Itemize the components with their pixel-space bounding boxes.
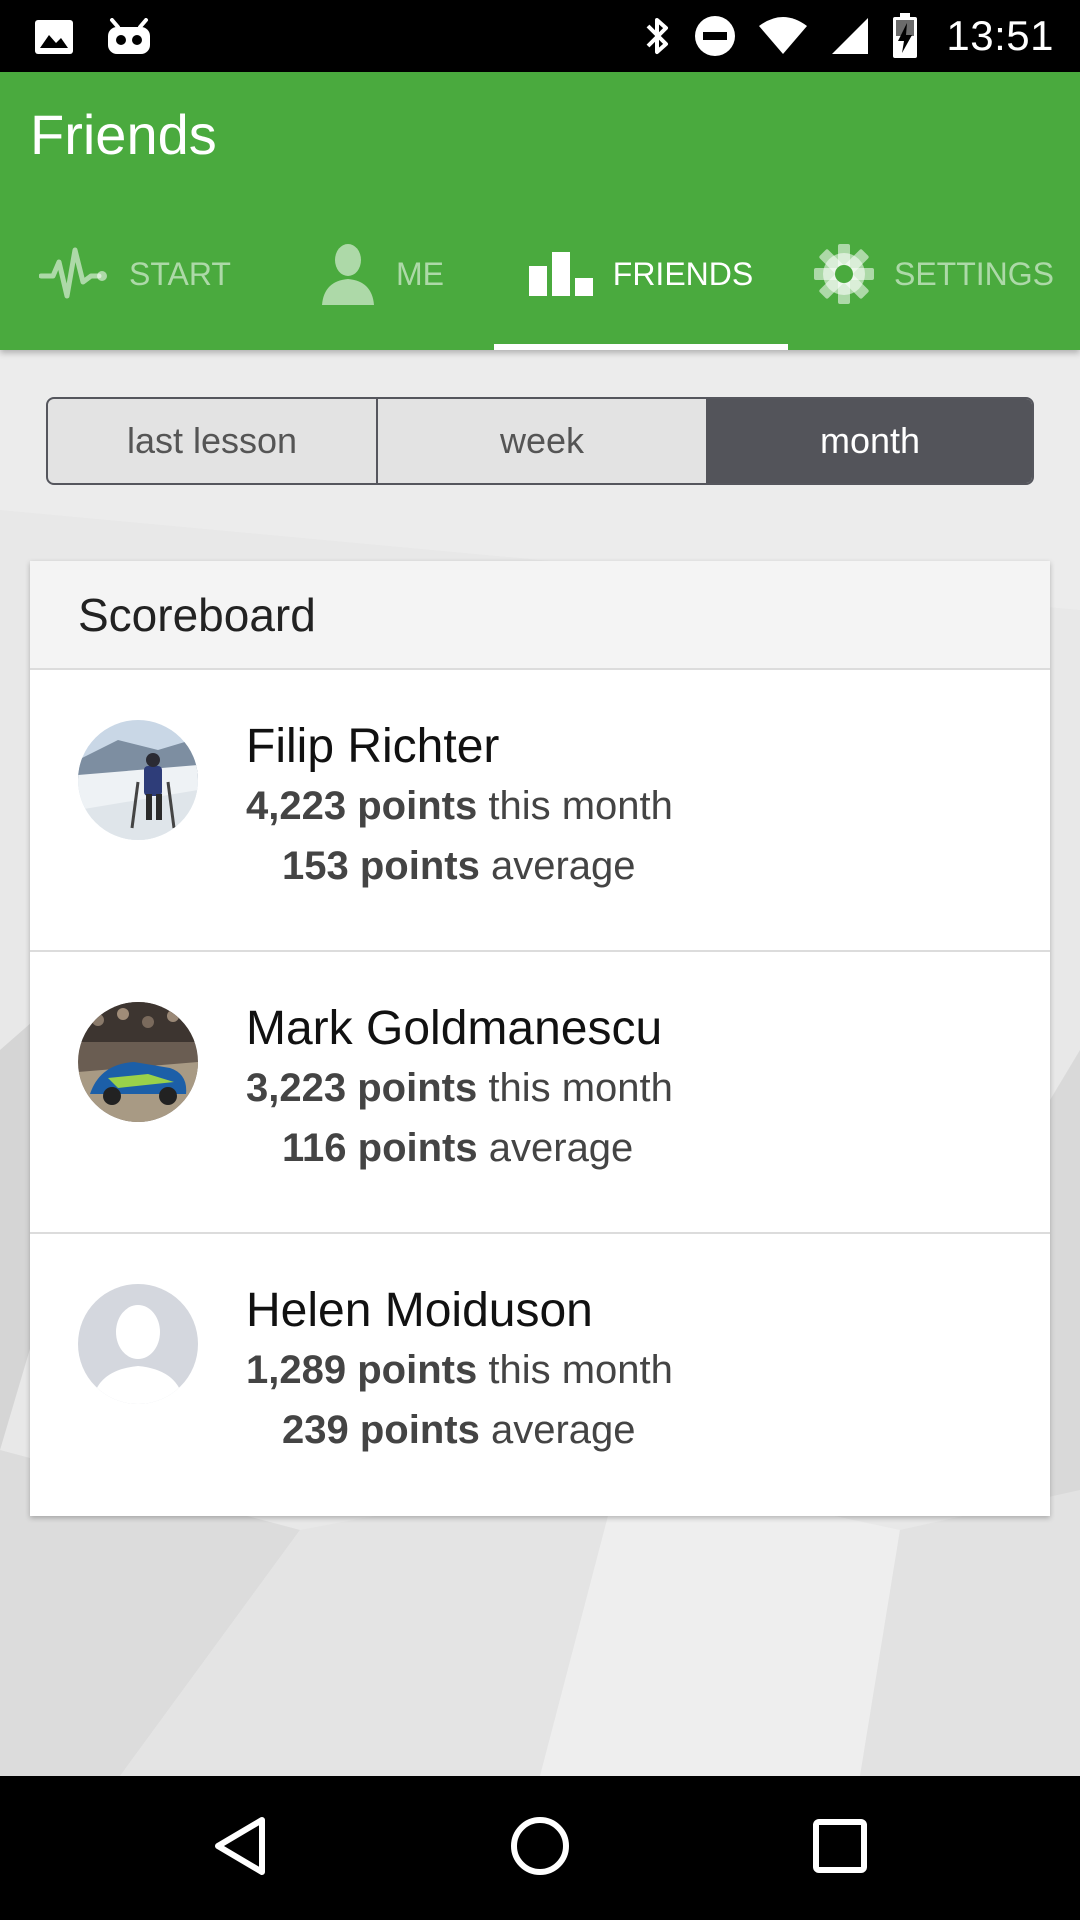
cyanogen-icon (106, 18, 152, 56)
recents-button[interactable] (780, 1776, 900, 1920)
wifi-icon (758, 16, 808, 56)
app-bar: Friends START ME FRIENDS SETTINGS (0, 72, 1080, 350)
period-selector: last lesson week month (46, 397, 1034, 485)
monthly-points: 1,289 points this month (246, 1340, 673, 1400)
tab-friends-label: FRIENDS (612, 255, 754, 292)
tab-start[interactable]: START (0, 198, 270, 350)
tab-me[interactable]: ME (270, 198, 494, 350)
monthly-points-value: 3,223 points (246, 1066, 478, 1110)
pulse-icon (39, 244, 109, 304)
bar-chart-icon (528, 252, 593, 296)
do-not-disturb-icon (694, 15, 736, 57)
period-last-lesson-button[interactable]: last lesson (48, 399, 378, 483)
average-points-value: 153 points (282, 844, 480, 888)
friend-name: Mark Goldmanescu (246, 1002, 663, 1055)
scoreboard-row[interactable]: Helen Moiduson 1,289 points this month 2… (30, 1234, 1050, 1515)
scoreboard-row[interactable]: Filip Richter 4,223 points this month 15… (30, 670, 1050, 952)
scoreboard-entry-text: Helen Moiduson 1,289 points this month 2… (246, 1282, 673, 1460)
monthly-points-value: 1,289 points (246, 1348, 478, 1392)
period-week-button[interactable]: week (378, 399, 706, 483)
average-points-value: 239 points (282, 1408, 480, 1452)
tab-me-label: ME (396, 255, 444, 292)
avatar (78, 1002, 198, 1122)
status-bar-right: 13:51 (644, 0, 1054, 72)
monthly-points-suffix: this month (488, 784, 673, 828)
home-button[interactable] (480, 1776, 600, 1920)
person-icon (320, 243, 376, 305)
tab-settings-label: SETTINGS (893, 255, 1054, 292)
home-icon (510, 1816, 570, 1881)
navigation-bar (0, 1776, 1080, 1920)
scoreboard-card: Scoreboard Filip Richter 4,223 points th… (30, 561, 1050, 1516)
signal-icon (830, 16, 870, 56)
tab-bar: START ME FRIENDS SETTINGS (0, 198, 1080, 350)
status-bar: 13:51 (0, 0, 1080, 72)
back-button[interactable] (180, 1776, 300, 1920)
back-icon (212, 1816, 268, 1881)
scoreboard-title: Scoreboard (30, 561, 1050, 670)
page-title: Friends (30, 103, 217, 166)
average-points: 239 points average (246, 1400, 673, 1460)
monthly-points-suffix: this month (488, 1348, 673, 1392)
recents-icon (812, 1818, 868, 1879)
monthly-points-suffix: this month (488, 1066, 673, 1110)
average-points: 153 points average (246, 836, 673, 896)
average-points-suffix: average (490, 844, 636, 888)
average-points-suffix: average (488, 1126, 634, 1170)
tab-settings[interactable]: SETTINGS (788, 198, 1080, 350)
status-bar-left (34, 18, 152, 56)
scoreboard-entry-text: Mark Goldmanescu 3,223 points this month… (246, 1000, 673, 1178)
gear-icon (813, 244, 874, 304)
monthly-points: 3,223 points this month (246, 1058, 673, 1118)
scoreboard-entry-text: Filip Richter 4,223 points this month 15… (246, 718, 673, 896)
friend-name: Helen Moiduson (246, 1284, 593, 1337)
scoreboard-row[interactable]: Mark Goldmanescu 3,223 points this month… (30, 952, 1050, 1234)
average-points-suffix: average (490, 1408, 636, 1452)
status-time: 13:51 (946, 12, 1054, 59)
battery-charging-icon (892, 13, 918, 59)
tab-start-label: START (129, 255, 231, 292)
tab-friends[interactable]: FRIENDS (494, 198, 788, 350)
average-points: 116 points average (246, 1118, 673, 1178)
average-points-value: 116 points (282, 1126, 478, 1170)
friend-name: Filip Richter (246, 720, 500, 773)
monthly-points-value: 4,223 points (246, 784, 478, 828)
avatar (78, 720, 198, 840)
image-icon (34, 19, 74, 55)
monthly-points: 4,223 points this month (246, 776, 673, 836)
bluetooth-icon (644, 14, 672, 58)
period-month-button[interactable]: month (706, 399, 1032, 483)
default-avatar-icon (78, 1284, 198, 1404)
